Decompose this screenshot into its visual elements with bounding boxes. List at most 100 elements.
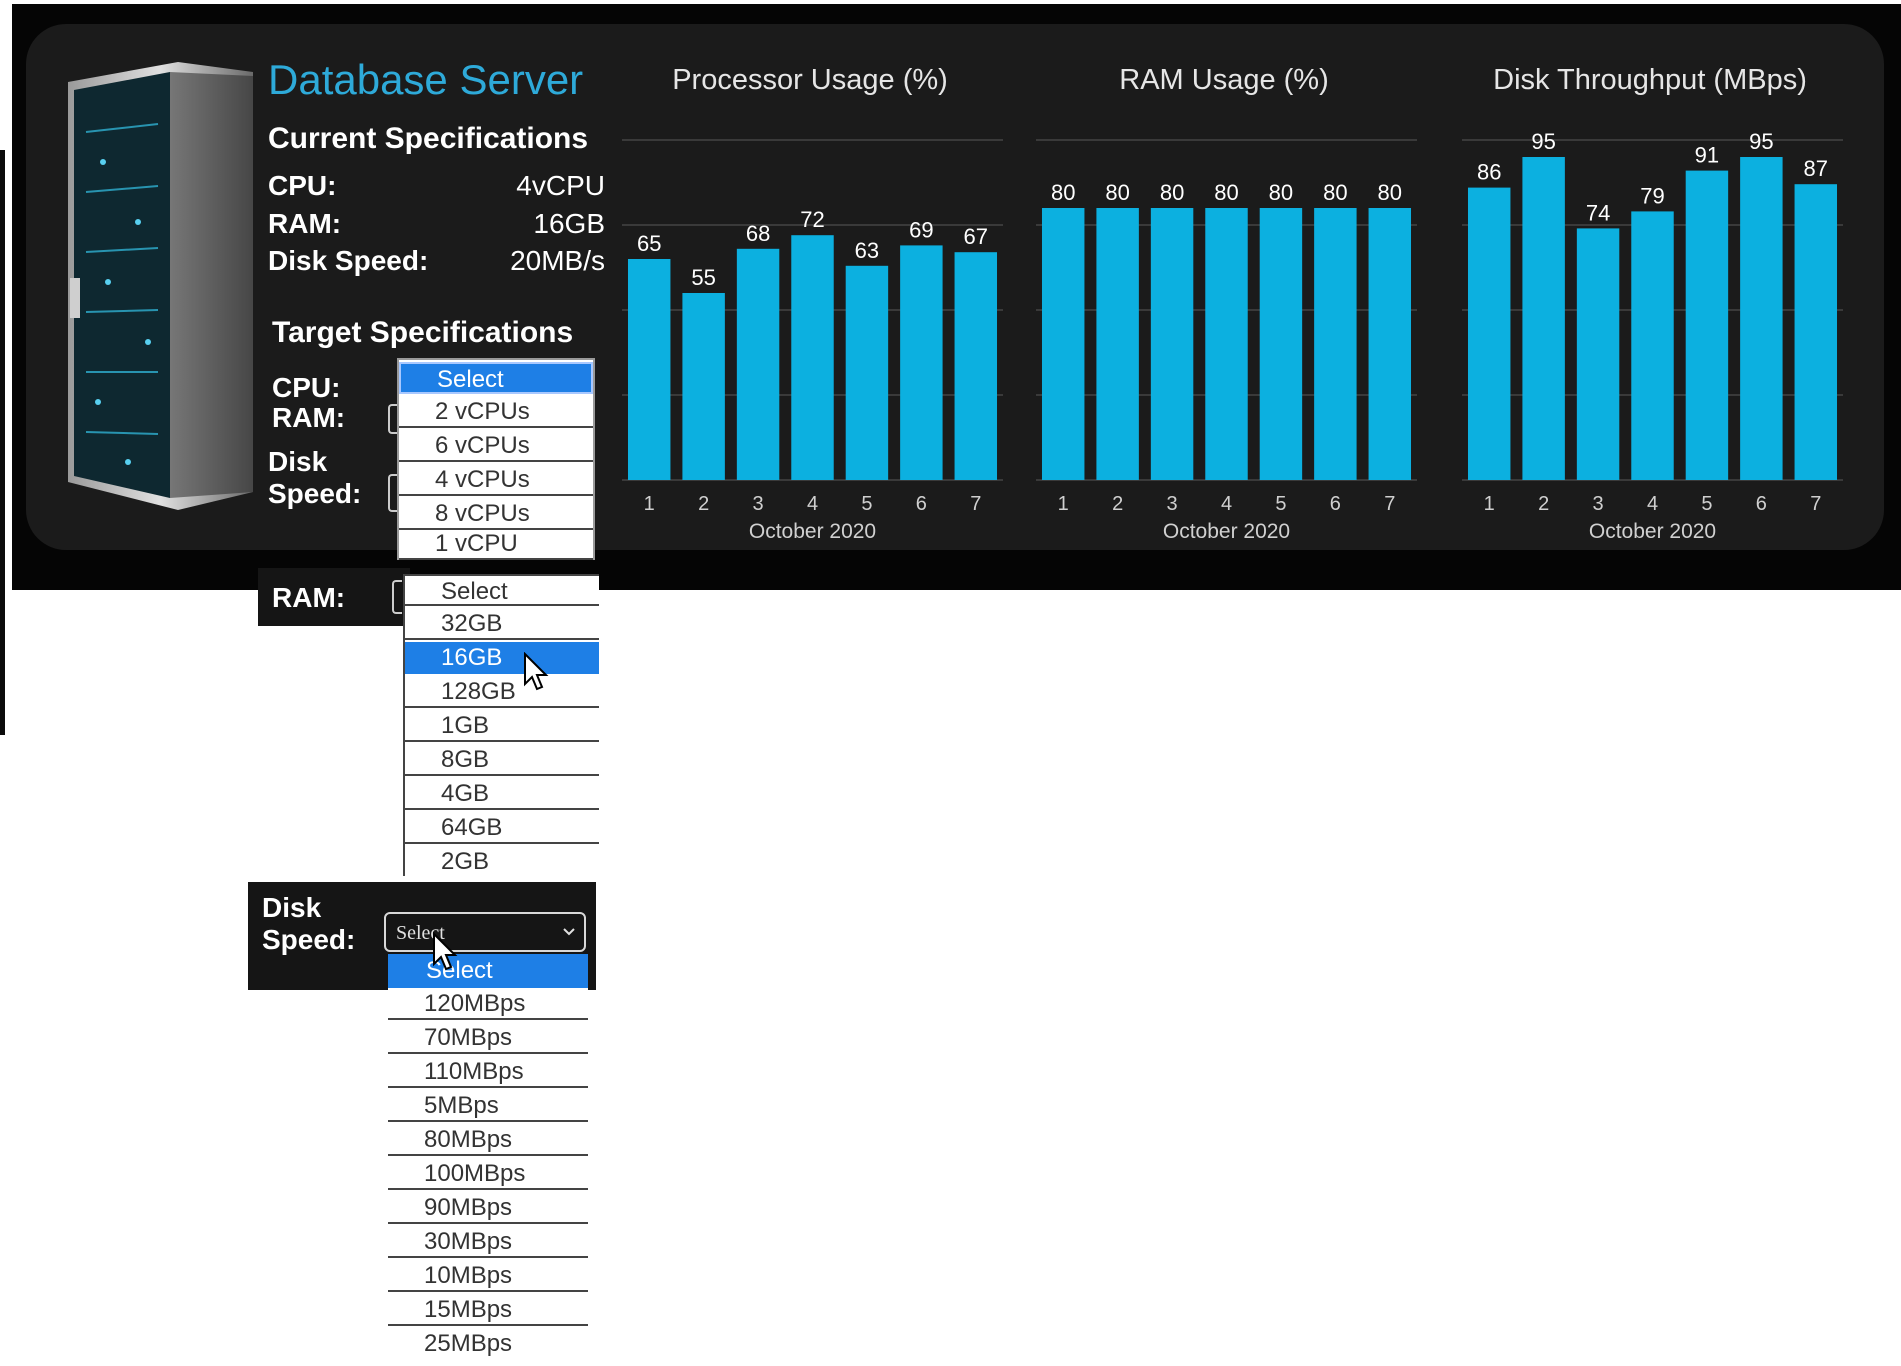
disk-option[interactable]: 90MBps xyxy=(388,1192,588,1224)
x-tick-label: 2 xyxy=(698,493,709,515)
cpu-option[interactable]: 4 vCPUs xyxy=(399,464,593,496)
ram-option[interactable]: 128GB xyxy=(405,676,599,708)
bar-value-label: 95 xyxy=(1749,130,1773,154)
ram-dropdown-list[interactable]: Select 32GB 16GB 128GB 1GB 8GB 4GB 64GB … xyxy=(403,574,599,876)
bar-value-label: 80 xyxy=(1269,180,1293,205)
bar-value-label: 95 xyxy=(1531,130,1555,154)
bar xyxy=(1631,211,1674,480)
chart-title-ram: RAM Usage (%) xyxy=(1119,64,1329,96)
bar-value-label: 65 xyxy=(637,231,661,256)
mouse-cursor-icon xyxy=(524,652,549,691)
x-tick-label: 5 xyxy=(1701,493,1712,515)
current-ram-value: 16GB xyxy=(533,208,605,239)
chart-title-disk: Disk Throughput (MBps) xyxy=(1493,64,1807,96)
ram-option[interactable]: Select xyxy=(405,574,599,606)
disk-option[interactable]: 70MBps xyxy=(388,1022,588,1054)
bar-value-label: 63 xyxy=(855,238,879,263)
bar xyxy=(1096,208,1139,480)
bar-value-label: 91 xyxy=(1695,143,1719,168)
ram-select-edge[interactable] xyxy=(392,580,402,614)
bar-value-label: 80 xyxy=(1378,180,1402,205)
bar xyxy=(791,235,834,480)
x-tick-label: 2 xyxy=(1112,493,1123,515)
x-tick-label: 3 xyxy=(1167,493,1178,515)
target-specs-heading: Target Specifications xyxy=(272,316,574,349)
ram-option[interactable]: 4GB xyxy=(405,778,599,810)
x-tick-label: 1 xyxy=(644,493,655,515)
bar-value-label: 80 xyxy=(1105,180,1129,205)
current-cpu-label: CPU: xyxy=(268,170,337,201)
ram-usage-chart: 80 1 80 2 80 3 80 4 80 5 80 6 80 7 October 2020 xyxy=(1036,139,1417,543)
bar xyxy=(1150,208,1194,480)
bar xyxy=(1576,228,1620,480)
bar-value-label: 69 xyxy=(909,217,933,242)
x-tick-label: 6 xyxy=(916,493,927,515)
bar-value-label: 74 xyxy=(1586,200,1610,225)
cpu-option[interactable]: Select xyxy=(399,362,593,394)
current-ram-label: RAM: xyxy=(268,208,342,239)
cpu-option[interactable]: 6 vCPUs xyxy=(399,430,593,462)
disk-label-2: Speed: xyxy=(262,924,356,955)
cpu-option[interactable]: 2 vCPUs xyxy=(399,396,593,428)
server-title: Database Server xyxy=(268,56,584,103)
x-tick-label: 7 xyxy=(970,493,981,515)
current-disk-value: 20MB/s xyxy=(510,245,605,276)
ram-label-box: RAM: xyxy=(258,568,410,626)
disk-option[interactable]: Select xyxy=(388,954,588,988)
ram-option[interactable]: 32GB xyxy=(405,608,599,640)
ram-option[interactable]: 16GB xyxy=(405,642,599,674)
bar xyxy=(900,245,943,480)
x-tick-label: 4 xyxy=(1221,493,1232,515)
x-tick-label: 3 xyxy=(753,493,764,515)
x-tick-label: 1 xyxy=(1484,493,1495,515)
target-disk-label-1: Disk xyxy=(268,446,328,477)
x-tick-label: 7 xyxy=(1810,493,1821,515)
ram-option[interactable]: 8GB xyxy=(405,744,599,776)
disk-speed-select[interactable]: Select xyxy=(384,912,586,952)
x-axis-label: October 2020 xyxy=(1163,520,1290,543)
processor-usage-chart: 65 1 55 2 68 3 72 4 63 5 69 6 67 7 October 2020 xyxy=(622,139,1003,543)
bar-value-label: 80 xyxy=(1051,180,1075,205)
disk-option[interactable]: 10MBps xyxy=(388,1260,588,1292)
disk-option[interactable]: 100MBps xyxy=(388,1158,588,1190)
x-axis-label: October 2020 xyxy=(1589,520,1716,543)
disk-option[interactable]: 30MBps xyxy=(388,1226,588,1258)
disk-option[interactable]: 5MBps xyxy=(388,1090,588,1122)
disk-dropdown-list[interactable]: Select 120MBps 70MBps 110MBps 5MBps 80MB… xyxy=(388,954,588,1366)
bar-value-label: 68 xyxy=(746,221,770,246)
x-tick-label: 5 xyxy=(861,493,872,515)
target-cpu-label: CPU: xyxy=(272,372,341,403)
x-tick-label: 2 xyxy=(1538,493,1549,515)
bar xyxy=(1259,208,1303,480)
bar-value-label: 80 xyxy=(1214,180,1238,205)
bar xyxy=(1740,157,1783,480)
x-tick-label: 7 xyxy=(1384,493,1395,515)
bar-value-label: 72 xyxy=(800,207,824,232)
left-edge-bar xyxy=(0,150,5,735)
x-tick-label: 3 xyxy=(1593,493,1604,515)
bar xyxy=(954,252,998,480)
bar-value-label: 79 xyxy=(1640,183,1664,208)
cpu-dropdown-list[interactable]: Select 2 vCPUs 6 vCPUs 4 vCPUs 8 vCPUs 1… xyxy=(397,358,595,560)
bar xyxy=(736,248,780,480)
bar xyxy=(1205,208,1248,480)
x-tick-label: 6 xyxy=(1330,493,1341,515)
x-tick-label: 4 xyxy=(1647,493,1658,515)
bar xyxy=(1685,170,1729,480)
disk-option[interactable]: 15MBps xyxy=(388,1294,588,1326)
mouse-cursor-icon xyxy=(433,932,458,971)
bar xyxy=(682,293,725,480)
disk-option[interactable]: 120MBps xyxy=(388,988,588,1020)
disk-option[interactable]: 80MBps xyxy=(388,1124,588,1156)
disk-label-1: Disk xyxy=(262,892,322,923)
bar xyxy=(1041,208,1085,480)
ram-option[interactable]: 1GB xyxy=(405,710,599,742)
bar xyxy=(1794,184,1838,480)
disk-option[interactable]: 25MBps xyxy=(388,1328,588,1360)
cpu-option[interactable]: 8 vCPUs xyxy=(399,498,593,530)
ram-option[interactable]: 2GB xyxy=(405,846,599,878)
ram-label: RAM: xyxy=(272,582,346,613)
disk-option[interactable]: 110MBps xyxy=(388,1056,588,1088)
cpu-option[interactable]: 1 vCPU xyxy=(399,528,593,560)
ram-option[interactable]: 64GB xyxy=(405,812,599,844)
